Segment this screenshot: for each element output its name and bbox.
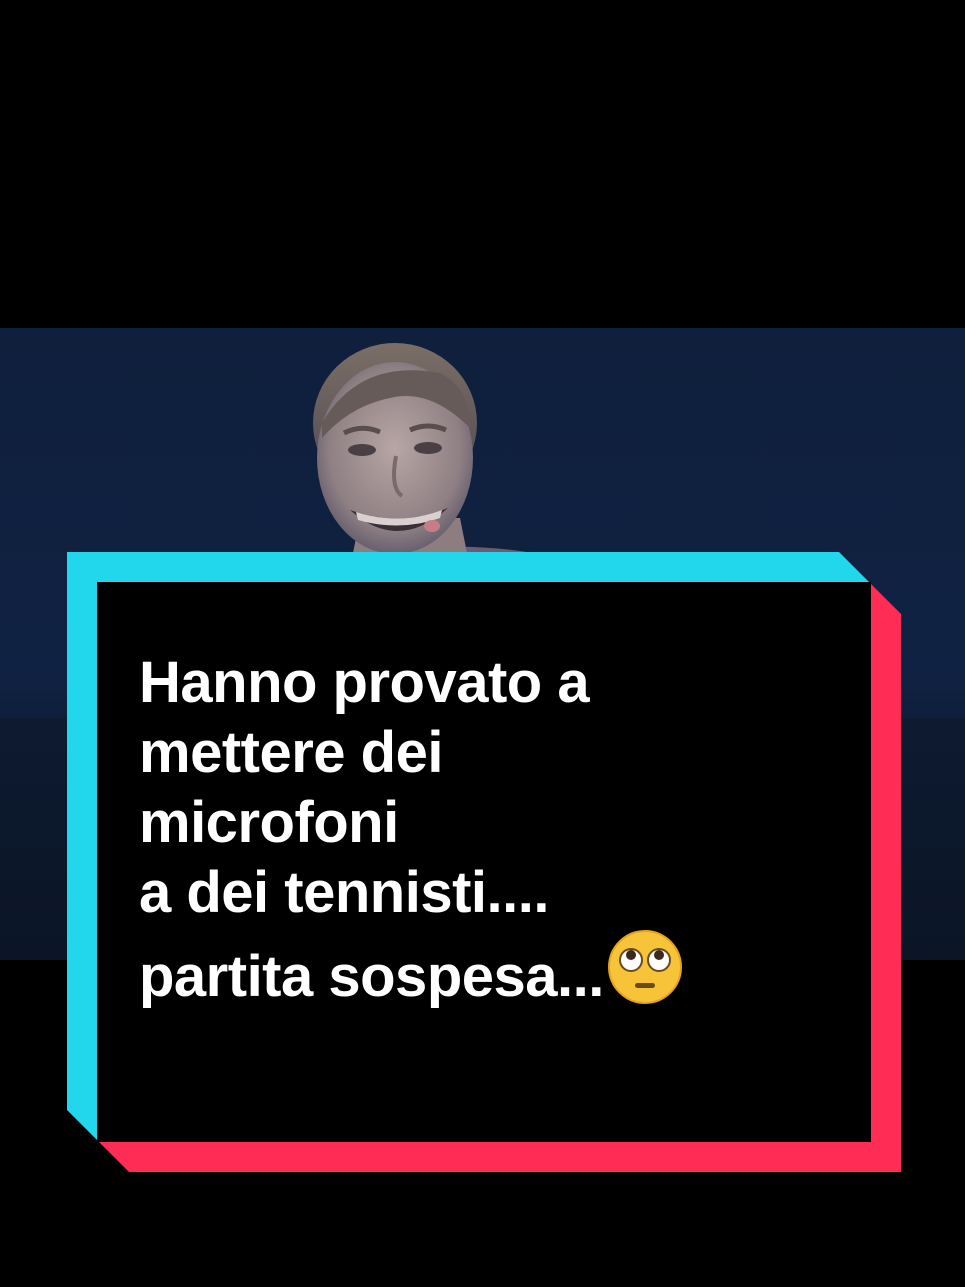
video-frame: Hanno provato a mettere dei microfoni a …: [0, 0, 965, 1287]
caption-text: Hanno provato a mettere dei microfoni a …: [139, 648, 899, 1022]
caption-line: mettere dei: [139, 720, 443, 785]
caption-card: Hanno provato a mettere dei microfoni a …: [67, 552, 901, 1172]
caption-line: partita sospesa...: [139, 944, 604, 1009]
caption-last-line: partita sospesa...: [139, 928, 899, 1022]
caption-line: a dei tennisti....: [139, 860, 549, 925]
caption-line: Hanno provato a: [139, 650, 590, 715]
flushed-face-icon: [606, 928, 684, 1022]
caption-line: microfoni: [139, 790, 399, 855]
